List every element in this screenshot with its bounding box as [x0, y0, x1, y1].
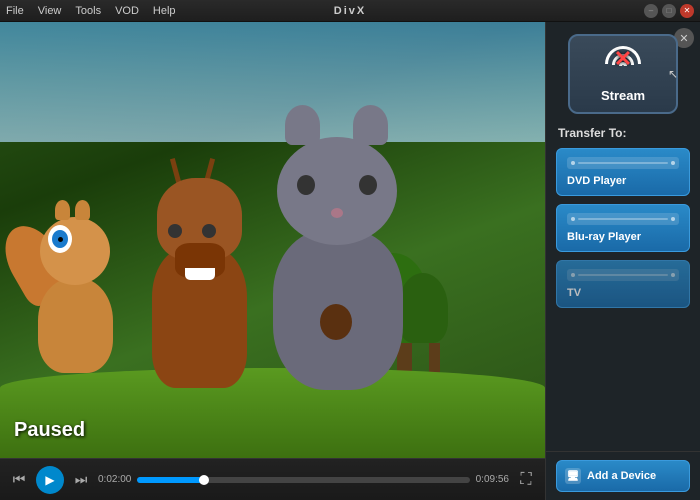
- window-controls: – □ ✕: [644, 4, 694, 18]
- app-title: DivX: [334, 5, 366, 17]
- menu-tools[interactable]: Tools: [75, 5, 101, 17]
- close-button[interactable]: ✕: [680, 4, 694, 18]
- device-line-3: [578, 274, 668, 276]
- controls-bar: ⏮ ▶ ⏭ 0:02:00 0:09:56 ⛶: [0, 458, 545, 500]
- add-device-label: Add a Device: [587, 470, 656, 482]
- monitor-icon: 🖥: [567, 471, 580, 482]
- rewind-button[interactable]: ⏮: [8, 469, 30, 491]
- character-middle: [130, 168, 270, 388]
- video-panel: Paused ⏮ ▶ ⏭ 0:02:00 0:09:56 ⛶: [0, 22, 545, 500]
- play-button[interactable]: ▶: [36, 466, 64, 494]
- right-panel: ✕ ✕ Stream ↖ Transfer To:: [545, 22, 700, 500]
- device-item-bluray[interactable]: Blu-ray Player: [556, 204, 690, 252]
- titlebar: File View Tools VOD Help DivX – □ ✕: [0, 0, 700, 22]
- device-dot-5: [571, 273, 575, 277]
- sky-background: [0, 22, 545, 142]
- fast-forward-button[interactable]: ⏭: [70, 469, 92, 491]
- device-icon-extra: [567, 269, 679, 281]
- video-container[interactable]: Paused: [0, 22, 545, 458]
- progress-bar[interactable]: [137, 477, 469, 483]
- device-name-extra: TV: [567, 287, 581, 299]
- character-right: [255, 160, 420, 390]
- device-line: [578, 162, 668, 164]
- cursor: ↖: [668, 67, 678, 81]
- menu-vod[interactable]: VOD: [115, 5, 139, 17]
- menu-view[interactable]: View: [38, 5, 62, 17]
- character-squirrel: [20, 203, 130, 373]
- device-dot-6: [671, 273, 675, 277]
- time-total: 0:09:56: [476, 474, 509, 485]
- device-dot-3: [571, 217, 575, 221]
- progress-fill: [137, 477, 203, 483]
- paused-status: Paused: [14, 419, 85, 442]
- device-list: DVD Player Blu-ray Player TV: [546, 148, 700, 451]
- progress-thumb: [199, 475, 209, 485]
- device-icon-dvd: [567, 157, 679, 169]
- device-dot: [571, 161, 575, 165]
- device-line-2: [578, 218, 668, 220]
- time-current: 0:02:00: [98, 474, 131, 485]
- background-tree-3: [420, 273, 448, 383]
- menu-file[interactable]: File: [6, 5, 24, 17]
- minimize-button[interactable]: –: [644, 4, 658, 18]
- add-device-button[interactable]: 🖥 Add a Device: [556, 460, 690, 492]
- device-item-dvd[interactable]: DVD Player: [556, 148, 690, 196]
- stream-icon: ✕: [603, 46, 643, 82]
- add-device-icon: 🖥: [565, 468, 581, 484]
- fullscreen-button[interactable]: ⛶: [515, 469, 537, 491]
- video-frame: Paused: [0, 22, 545, 458]
- device-name-bluray: Blu-ray Player: [567, 231, 641, 243]
- device-dot-2: [671, 161, 675, 165]
- stream-button[interactable]: ✕ Stream ↖: [568, 34, 678, 114]
- stream-label: Stream: [601, 88, 645, 103]
- device-icon-bluray: [567, 213, 679, 225]
- menu-bar: File View Tools VOD Help: [6, 5, 176, 17]
- device-item-extra[interactable]: TV: [556, 260, 690, 308]
- device-dot-4: [671, 217, 675, 221]
- menu-help[interactable]: Help: [153, 5, 176, 17]
- transfer-to-label: Transfer To:: [546, 122, 700, 148]
- device-name-dvd: DVD Player: [567, 175, 626, 187]
- maximize-button[interactable]: □: [662, 4, 676, 18]
- main-area: Paused ⏮ ▶ ⏭ 0:02:00 0:09:56 ⛶ ✕: [0, 22, 700, 500]
- add-device-area: 🖥 Add a Device: [546, 451, 700, 500]
